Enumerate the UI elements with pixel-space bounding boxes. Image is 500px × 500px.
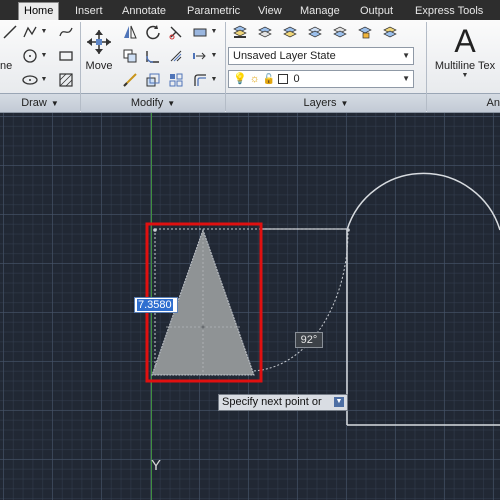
chevron-down-icon: ▼ [402, 74, 410, 83]
current-layer-name: 0 [293, 73, 300, 85]
layer-state-dropdown[interactable]: Unsaved Layer State ▼ [228, 47, 414, 65]
tab-output[interactable]: Output [360, 3, 393, 20]
layer-properties-icon[interactable] [230, 22, 250, 42]
modify-panel-title-text: Modify [130, 97, 164, 109]
lightbulb-icon: 💡 [233, 73, 247, 85]
annotation-panel-title[interactable]: An [427, 93, 500, 112]
options-arrow-icon[interactable]: ▼ [334, 397, 344, 407]
layer-match-icon[interactable] [380, 22, 400, 42]
layers-panel-title-text: Layers [303, 97, 337, 109]
tab-manage[interactable]: Manage [300, 3, 340, 20]
chevron-down-icon[interactable]: ▼ [210, 70, 218, 88]
chevron-down-icon: ▼ [340, 99, 349, 108]
chevron-down-icon[interactable]: ▼ [40, 46, 48, 64]
circle-icon[interactable] [20, 46, 40, 66]
tab-express-tools[interactable]: Express Tools [415, 3, 483, 20]
angle-arc-preview [249, 230, 349, 372]
move-label: Move [85, 60, 113, 72]
tab-view[interactable]: View [258, 3, 282, 20]
tab-parametric[interactable]: Parametric [187, 3, 240, 20]
layers-panel-title[interactable]: Layers ▼ [226, 93, 426, 112]
polyline-icon[interactable] [20, 22, 40, 42]
offset-icon[interactable] [190, 70, 210, 90]
mirror-icon[interactable] [120, 22, 140, 42]
line-icon[interactable] [0, 22, 20, 42]
fillet-icon[interactable] [143, 46, 163, 66]
text-a-icon: A [454, 23, 476, 59]
command-prompt-text: Specify next point or [222, 396, 322, 408]
spline-icon[interactable] [56, 22, 76, 42]
multiline-text-label: Multiline Tex [434, 60, 496, 72]
tab-insert[interactable]: Insert [75, 3, 103, 20]
chevron-down-icon: ▼ [402, 51, 410, 60]
move-icon [82, 24, 116, 60]
layer-color-swatch-icon [278, 74, 289, 85]
dynamic-input-value: 7.3580 [137, 299, 173, 311]
ellipse-icon[interactable] [20, 70, 40, 90]
multiline-text-button[interactable]: A Multiline Tex ▼ [430, 22, 500, 90]
layer-lock-icon[interactable] [355, 22, 375, 42]
draw-panel-title-text: Draw [21, 97, 47, 109]
arc-geometry[interactable] [346, 172, 500, 231]
sun-icon: ☼ [249, 73, 260, 85]
modify-panel-title[interactable]: Modify ▼ [81, 93, 225, 112]
tab-annotate[interactable]: Annotate [122, 3, 166, 20]
ribbon-tab-bar: Home Insert Annotate Parametric View Man… [0, 0, 500, 21]
ribbon: ne ▼ ▼ ▼ Draw ▼ Move ▼ ▼ ▼ Modify ▼ Unsa… [0, 20, 500, 113]
chevron-down-icon[interactable]: ▼ [40, 70, 48, 88]
hatch-icon[interactable] [56, 70, 76, 90]
angle-tooltip: 92° [295, 332, 323, 348]
rectangular-array-icon[interactable] [166, 70, 186, 90]
layer-state-value: Unsaved Layer State [233, 50, 336, 62]
layer-isolate-icon[interactable] [280, 22, 300, 42]
array-icon[interactable] [166, 46, 186, 66]
drawing-canvas[interactable]: 7.3580 92° Specify next point or ▼ Y [0, 113, 500, 500]
erase-icon[interactable] [190, 22, 210, 42]
copy-icon[interactable] [120, 46, 140, 66]
trim-icon[interactable] [166, 22, 186, 42]
scale-icon[interactable] [143, 70, 163, 90]
stretch-icon[interactable] [120, 70, 140, 90]
grip-point[interactable] [201, 325, 205, 329]
chevron-down-icon[interactable]: ▼ [210, 22, 218, 40]
chevron-down-icon[interactable]: ▼ [210, 46, 218, 64]
rotate-icon[interactable] [143, 22, 163, 42]
grip-point[interactable] [346, 228, 350, 232]
draw-partial-label: ne [0, 60, 13, 72]
chevron-down-icon: ▼ [50, 99, 59, 108]
dynamic-input-field[interactable]: 7.3580 [134, 297, 178, 313]
move-button[interactable]: Move [82, 24, 116, 84]
tab-home[interactable]: Home [18, 2, 60, 21]
annotation-panel-title-text: An [486, 97, 500, 109]
explode-icon[interactable] [190, 46, 210, 66]
command-prompt-tooltip: Specify next point or ▼ [218, 394, 348, 411]
layer-freeze-icon[interactable] [305, 22, 325, 42]
layer-off-icon[interactable] [330, 22, 350, 42]
unlock-icon: 🔓 [262, 74, 276, 85]
layer-dropdown[interactable]: 💡 ☼ 🔓 0 ▼ [228, 70, 414, 88]
grip-point[interactable] [153, 228, 157, 232]
rectangle-icon[interactable] [56, 46, 76, 66]
chevron-down-icon: ▼ [167, 99, 176, 108]
draw-panel-title[interactable]: Draw ▼ [0, 93, 80, 112]
chevron-down-icon[interactable]: ▼ [40, 22, 48, 40]
drawing-geometry [145, 113, 500, 500]
ucs-y-label: Y [151, 457, 162, 474]
layer-state-icon[interactable] [255, 22, 275, 42]
chevron-down-icon: ▼ [461, 72, 469, 79]
